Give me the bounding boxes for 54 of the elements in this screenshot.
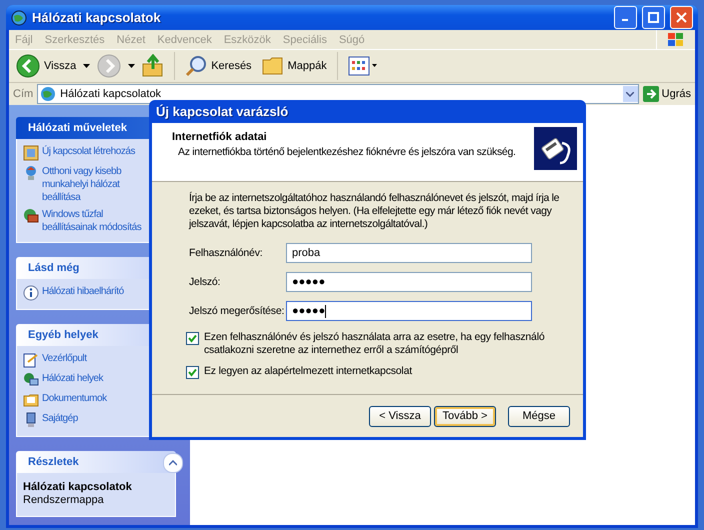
firewall-icon — [23, 208, 39, 224]
checkbox[interactable] — [186, 332, 199, 345]
wizard-button[interactable]: Mégse — [508, 406, 570, 426]
connection-wizard-icon — [23, 145, 39, 161]
panel-header[interactable]: Részletek — [28, 456, 79, 468]
control-panel-icon — [23, 352, 39, 368]
dropdown-caret-icon[interactable] — [83, 64, 90, 68]
field-label: Jelszó: — [189, 276, 222, 288]
views-icon — [348, 56, 378, 76]
task-link[interactable]: Dokumentumok — [42, 392, 107, 405]
documents-folder-icon — [23, 392, 39, 408]
checkbox[interactable] — [186, 366, 199, 379]
collapse-chevron-icon[interactable] — [163, 453, 183, 473]
search-button[interactable]: Keresés — [182, 53, 255, 79]
task-link[interactable]: Sajátgép — [42, 412, 78, 425]
wizard-button[interactable]: Tovább > — [434, 406, 496, 426]
instructions-text: Írja be az internetszolgáltatóhoz használandó felhasználónevet és jelszót, majd írja le ezeket, és tartsa biztonságos helyen. (Ha elfelejtette egy már létező fiók nevét vagy jelszavát, lépjen kapcsolatba az internetszolgáltatóval.) — [189, 192, 560, 231]
checkbox-label: Ezen felhasználónév és jelszó használata arra az esetre, ha egy felhasználó csatlakozni szeretne az internethez erről a számítógépről — [204, 331, 546, 357]
info-icon — [23, 285, 39, 301]
maximize-button[interactable] — [642, 6, 665, 29]
network-globe-icon — [11, 10, 27, 26]
go-arrow-icon — [642, 86, 659, 102]
dropdown-caret-icon[interactable] — [128, 64, 136, 68]
maximize-icon — [648, 12, 659, 23]
go-button[interactable]: Ugrás — [642, 86, 691, 102]
network-places-icon — [23, 372, 39, 388]
field-label: Jelszó megerősítése: — [189, 305, 286, 317]
address-label: Cím — [13, 88, 34, 100]
folders-button[interactable]: Mappák — [258, 54, 330, 78]
close-icon — [676, 12, 687, 23]
folders-icon — [262, 56, 284, 76]
task-link[interactable]: Vezérlőpult — [42, 352, 87, 365]
password-field[interactable]: ●●●●● — [286, 272, 532, 292]
windows-flag-icon — [667, 32, 685, 48]
task-link[interactable]: Új kapcsolat létrehozás — [42, 145, 136, 158]
close-button[interactable] — [670, 6, 693, 29]
minimize-button[interactable] — [614, 6, 637, 29]
wizard-subheading: Az internetfiókba történő bejelentkezéshez fióknévre és jelszóra van szükség. — [177, 146, 516, 158]
wizard-button[interactable]: < Vissza — [369, 406, 431, 426]
field-label: Felhasználónév: — [189, 247, 264, 259]
search-icon — [185, 55, 208, 77]
folder-up-icon — [142, 54, 164, 78]
username-field[interactable]: proba — [286, 243, 532, 263]
details-name: Hálózati kapcsolatok — [23, 481, 133, 493]
home-network-icon — [23, 165, 39, 181]
task-link[interactable]: Otthoni vagy kisebb munkahelyi hálózat beállítása — [42, 165, 148, 204]
password-field[interactable]: ●●●●● — [286, 301, 532, 321]
globe-icon — [40, 86, 56, 102]
back-button[interactable]: Vissza — [13, 52, 80, 80]
task-link[interactable]: Hálózati helyek — [42, 372, 104, 385]
task-link[interactable]: Windows tűzfal beállításainak módosítás — [42, 208, 148, 234]
window-title: Hálózati kapcsolatok — [32, 10, 162, 25]
details-type: Rendszermappa — [23, 494, 105, 506]
checkbox-label: Ez legyen az alapértelmezett internetkapcsolat — [204, 365, 412, 378]
